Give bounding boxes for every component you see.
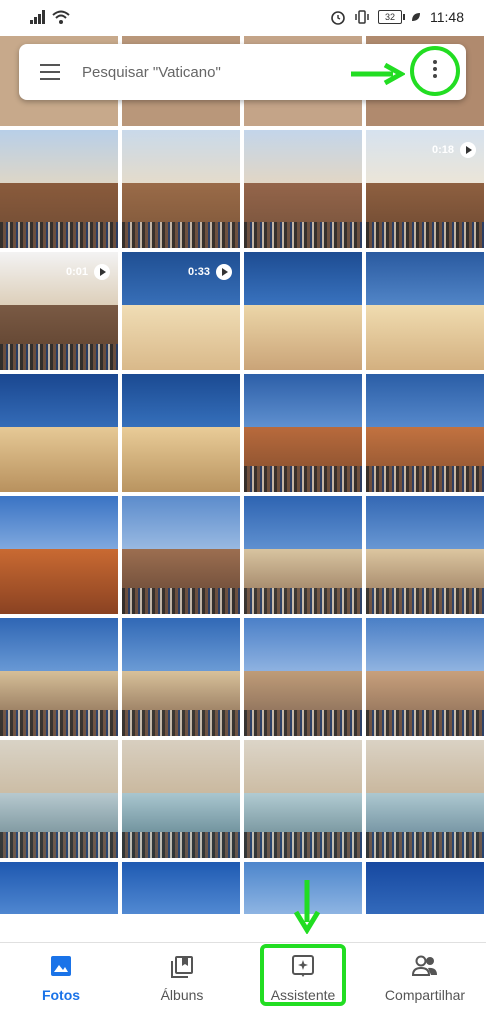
video-duration: 0:18 bbox=[431, 144, 454, 156]
annotation-arrow-down-icon bbox=[293, 880, 321, 934]
photo-thumbnail[interactable] bbox=[122, 740, 240, 858]
photo-thumbnail[interactable] bbox=[0, 130, 118, 248]
photo-icon bbox=[51, 956, 71, 976]
clock: 11:48 bbox=[430, 9, 464, 25]
play-icon bbox=[460, 142, 476, 158]
video-badge: 0:01 bbox=[66, 264, 110, 280]
play-icon bbox=[216, 264, 232, 280]
signal-icon bbox=[30, 10, 45, 24]
photo-thumbnail[interactable] bbox=[0, 618, 118, 736]
nav-albums-label: Álbuns bbox=[160, 987, 204, 1003]
leaf-icon bbox=[412, 13, 420, 21]
video-thumbnail[interactable]: 0:18 bbox=[366, 130, 484, 248]
people-icon bbox=[411, 955, 437, 976]
photo-thumbnail[interactable] bbox=[0, 374, 118, 492]
more-vert-icon bbox=[433, 60, 437, 81]
annotation-arrow-right-icon bbox=[351, 62, 405, 86]
photo-thumbnail[interactable] bbox=[244, 496, 362, 614]
photo-thumbnail[interactable] bbox=[122, 618, 240, 736]
photo-grid: 0:18 0:01 0:33 bbox=[0, 8, 486, 914]
photo-thumbnail[interactable] bbox=[0, 496, 118, 614]
play-icon bbox=[94, 264, 110, 280]
battery-icon: 32 bbox=[378, 10, 405, 24]
nav-albums[interactable]: Álbuns bbox=[122, 943, 242, 1009]
video-duration: 0:01 bbox=[65, 266, 88, 278]
photo-thumbnail[interactable] bbox=[366, 740, 484, 858]
signal-wifi-area bbox=[30, 10, 70, 24]
assistant-highlight-box bbox=[260, 944, 346, 1006]
nav-photos-label: Fotos bbox=[41, 987, 81, 1003]
search-input[interactable]: Pesquisar "Vaticano" bbox=[82, 64, 221, 81]
video-duration: 0:33 bbox=[187, 266, 210, 278]
photo-thumbnail[interactable] bbox=[366, 374, 484, 492]
bottom-navigation: Fotos Álbuns Assistente Compartilhar bbox=[0, 942, 486, 1009]
photo-thumbnail[interactable] bbox=[122, 496, 240, 614]
photo-thumbnail[interactable] bbox=[0, 740, 118, 858]
wifi-icon bbox=[52, 10, 70, 24]
video-badge: 0:18 bbox=[432, 142, 476, 158]
photo-thumbnail[interactable] bbox=[244, 252, 362, 370]
photo-thumbnail[interactable] bbox=[122, 374, 240, 492]
video-thumbnail[interactable]: 0:01 bbox=[0, 252, 118, 370]
menu-icon[interactable] bbox=[40, 64, 60, 80]
photo-thumbnail[interactable] bbox=[0, 862, 118, 914]
photo-thumbnail[interactable] bbox=[244, 374, 362, 492]
photo-thumbnail[interactable] bbox=[244, 130, 362, 248]
alarm-icon bbox=[331, 11, 345, 25]
vibrate-icon bbox=[355, 10, 369, 24]
photo-thumbnail[interactable] bbox=[122, 130, 240, 248]
status-bar: 32 11:48 bbox=[0, 0, 486, 36]
photo-thumbnail[interactable] bbox=[366, 862, 484, 914]
video-thumbnail[interactable]: 0:33 bbox=[122, 252, 240, 370]
photo-thumbnail[interactable] bbox=[366, 496, 484, 614]
photo-thumbnail[interactable] bbox=[366, 252, 484, 370]
albums-icon bbox=[171, 956, 193, 978]
photo-thumbnail[interactable] bbox=[122, 862, 240, 914]
photo-thumbnail[interactable] bbox=[366, 618, 484, 736]
more-options-button[interactable] bbox=[410, 46, 460, 96]
nav-photos[interactable]: Fotos bbox=[1, 943, 121, 1009]
nav-sharing-label: Compartilhar bbox=[384, 987, 466, 1003]
photo-thumbnail[interactable] bbox=[244, 740, 362, 858]
photo-thumbnail[interactable] bbox=[244, 618, 362, 736]
video-badge: 0:33 bbox=[188, 264, 232, 280]
nav-sharing[interactable]: Compartilhar bbox=[365, 943, 485, 1009]
